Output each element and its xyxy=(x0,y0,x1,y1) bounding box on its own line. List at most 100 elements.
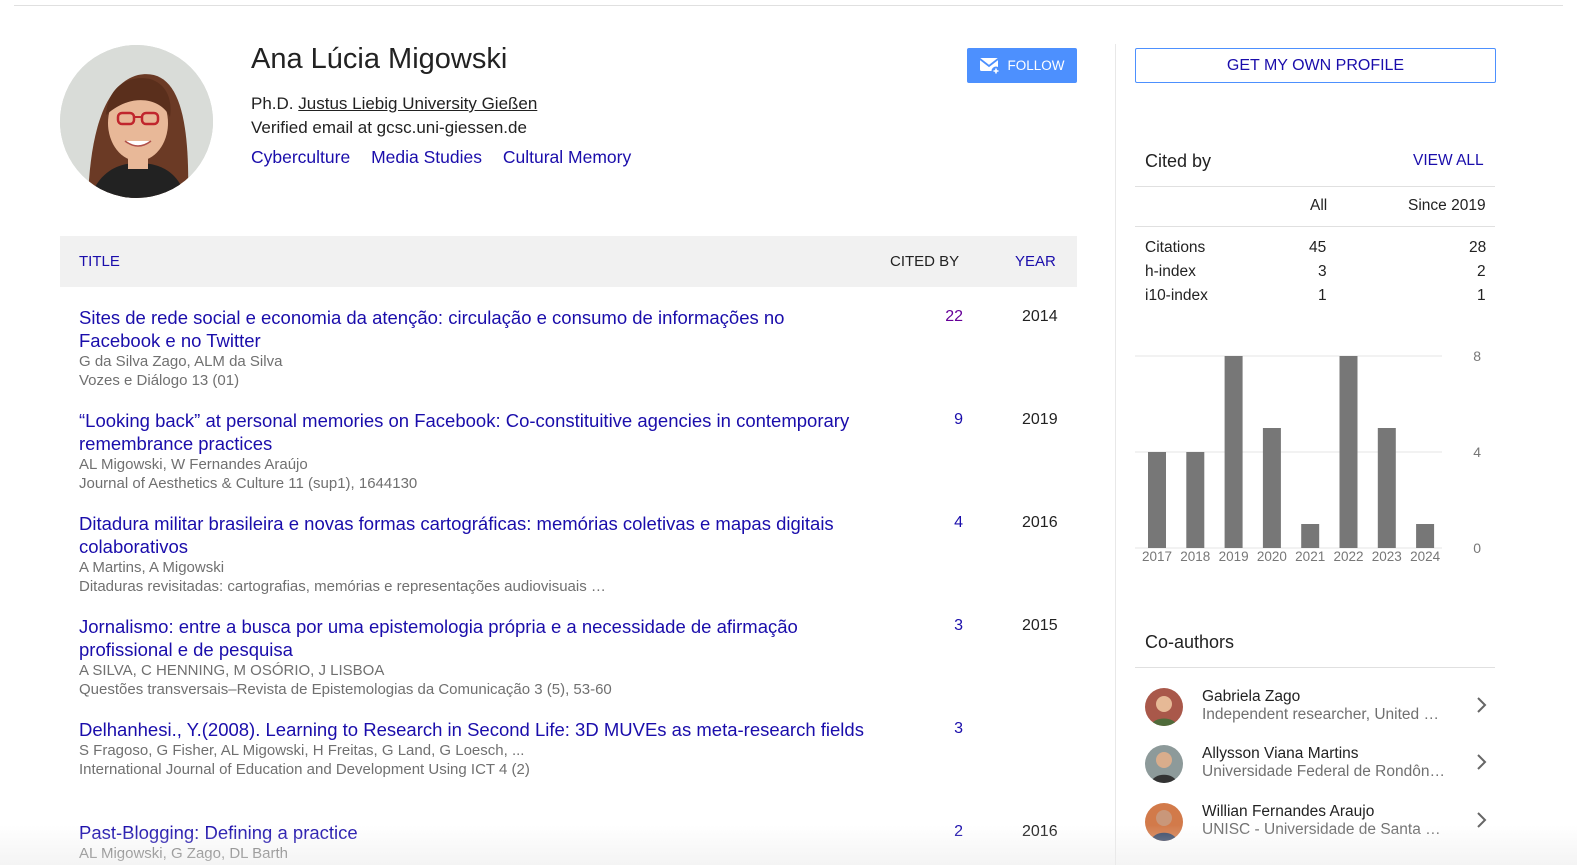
view-all-link[interactable]: VIEW ALL xyxy=(1413,152,1484,170)
coauthor-name: Allysson Viana Martins xyxy=(1202,745,1359,762)
stat-since-value: 1 xyxy=(1477,287,1486,304)
citation-count-link[interactable]: 4 xyxy=(929,514,963,532)
cited-by-title: Cited by xyxy=(1145,151,1212,171)
article-publication: Questões transversais–Revista de Epistem… xyxy=(79,681,612,698)
chart-xtick-label: 2019 xyxy=(1219,549,1249,564)
article-authors: A Martins, A Migowski xyxy=(79,559,225,576)
coauthor-item[interactable]: Gabriela Zago Independent researcher, Un… xyxy=(1145,688,1495,734)
chart-bar xyxy=(1148,452,1166,548)
article-row: Past-Blogging: Defining a practice AL Mi… xyxy=(79,821,1077,863)
chart-bar xyxy=(1262,428,1281,548)
article-publication: Journal of Aesthetics & Culture 11 (sup1… xyxy=(79,475,418,492)
article-title-link[interactable]: Ditadura militar brasileira e novas form… xyxy=(79,512,869,558)
citation-count-link[interactable]: 3 xyxy=(929,720,963,738)
stat-label: Citations xyxy=(1145,239,1206,256)
article-row: Jornalismo: entre a busca por uma episte… xyxy=(79,615,1077,699)
follow-mail-icon xyxy=(979,56,1001,76)
coauthor-avatar xyxy=(1145,745,1183,783)
follow-button[interactable]: FOLLOW xyxy=(967,48,1077,83)
coauthors-title: Co-authors xyxy=(1145,632,1235,652)
chart-ytick-label: 4 xyxy=(1473,444,1481,460)
chevron-right-icon xyxy=(1475,696,1487,719)
chart-xtick-label: 2018 xyxy=(1180,549,1210,564)
col-since-header: Since 2019 xyxy=(1408,197,1486,214)
coauthors-divider xyxy=(1135,667,1495,668)
sort-by-title[interactable]: TITLE xyxy=(79,253,120,270)
cited-by-divider xyxy=(1135,186,1495,187)
chart-bar xyxy=(1301,524,1320,548)
coauthor-avatar xyxy=(1145,688,1183,726)
coauthor-item[interactable]: Willian Fernandes Araujo UNISC - Univers… xyxy=(1145,803,1495,849)
article-authors: AL Migowski, G Zago, DL Barth xyxy=(79,845,288,862)
article-year: 2014 xyxy=(1022,308,1058,325)
coauthor-affiliation: Universidade Federal de Rondôn… xyxy=(1202,763,1445,780)
chart-xtick-label: 2023 xyxy=(1372,549,1402,564)
interest-link-media-studies[interactable]: Media Studies xyxy=(371,147,482,167)
chart-bar xyxy=(1377,428,1396,548)
get-my-own-profile-button[interactable]: GET MY OWN PROFILE xyxy=(1135,48,1496,83)
article-publication: International Journal of Education and D… xyxy=(79,761,530,778)
chart-xtick-label: 2020 xyxy=(1257,549,1287,564)
column-divider xyxy=(1115,44,1116,865)
article-title-link[interactable]: Jornalismo: entre a busca por uma episte… xyxy=(79,615,869,661)
coauthor-affiliation: UNISC - Universidade de Santa … xyxy=(1202,821,1441,838)
chart-ytick-label: 0 xyxy=(1473,540,1481,556)
coauthor-name: Gabriela Zago xyxy=(1202,688,1301,705)
articles-table-header: TITLE CITED BY YEAR xyxy=(60,236,1077,287)
col-all-header: All xyxy=(1310,197,1328,214)
chart-bar xyxy=(1416,524,1435,548)
article-year: 2016 xyxy=(1022,823,1058,840)
profile-name: Ana Lúcia Migowski xyxy=(251,43,508,75)
interest-link-cultural-memory[interactable]: Cultural Memory xyxy=(503,147,631,167)
stats-header-divider xyxy=(1135,226,1495,227)
chart-xtick-label: 2021 xyxy=(1295,549,1325,564)
chevron-right-icon xyxy=(1475,811,1487,834)
chart-ytick-label: 8 xyxy=(1473,348,1481,364)
citation-count-link[interactable]: 3 xyxy=(929,617,963,635)
article-publication: Ditaduras revisitadas: cartografias, mem… xyxy=(79,578,606,595)
article-title-link[interactable]: Delhanhesi., Y.(2008). Learning to Resea… xyxy=(79,718,869,741)
coauthor-name: Willian Fernandes Araujo xyxy=(1202,803,1375,820)
coauthor-item[interactable]: Allysson Viana Martins Universidade Fede… xyxy=(1145,745,1495,791)
article-title-link[interactable]: Sites de rede social e economia da atenç… xyxy=(79,306,869,352)
stat-since-value: 28 xyxy=(1469,239,1487,256)
article-year: 2015 xyxy=(1022,617,1058,634)
citations-bar-chart: 0 4 8 2017 2018 2019 2020 2021 2022 2023 2024 xyxy=(1135,348,1481,564)
profile-affiliation: Ph.D. Justus Liebig University Gießen xyxy=(251,94,537,114)
citation-count-link[interactable]: 9 xyxy=(929,411,963,429)
stat-all-value: 45 xyxy=(1309,239,1327,256)
degree-label: Ph.D. xyxy=(251,94,294,113)
stat-label: h-index xyxy=(1145,263,1196,280)
citation-count-link[interactable]: 2 xyxy=(929,823,963,841)
article-title-link[interactable]: “Looking back” at personal memories on F… xyxy=(79,409,869,455)
interest-link-cyberculture[interactable]: Cyberculture xyxy=(251,147,350,167)
follow-label: FOLLOW xyxy=(1007,58,1065,73)
article-year: 2019 xyxy=(1022,411,1058,428)
article-authors: AL Migowski, W Fernandes Araújo xyxy=(79,456,308,473)
stat-all-value: 1 xyxy=(1318,287,1327,304)
article-publication: Vozes e Diálogo 13 (01) xyxy=(79,372,240,389)
stat-all-value: 3 xyxy=(1318,263,1327,280)
sort-by-year[interactable]: YEAR xyxy=(1015,253,1056,270)
article-row: Ditadura militar brasileira e novas form… xyxy=(79,512,1077,596)
chart-xtick-label: 2024 xyxy=(1410,549,1441,564)
verified-email: Verified email at gcsc.uni-giessen.de xyxy=(251,118,527,137)
article-row: Sites de rede social e economia da atenç… xyxy=(79,306,1077,390)
chart-xtick-label: 2017 xyxy=(1142,549,1172,564)
stat-since-value: 2 xyxy=(1477,263,1486,280)
article-row: “Looking back” at personal memories on F… xyxy=(79,409,1077,493)
chart-bar xyxy=(1339,356,1358,548)
article-title-link[interactable]: Past-Blogging: Defining a practice xyxy=(79,821,869,844)
top-divider xyxy=(14,5,1563,6)
stat-label: i10-index xyxy=(1145,287,1208,304)
coauthor-avatar xyxy=(1145,803,1183,841)
chart-bar xyxy=(1186,452,1205,548)
chevron-right-icon xyxy=(1475,753,1487,776)
cited-by-header: CITED BY xyxy=(890,253,960,270)
coauthor-affiliation: Independent researcher, United … xyxy=(1202,706,1439,723)
research-interests: Cyberculture Media Studies Cultural Memo… xyxy=(251,147,647,168)
university-link[interactable]: Justus Liebig University Gießen xyxy=(298,94,537,113)
chart-xtick-label: 2022 xyxy=(1333,549,1363,564)
article-year: 2016 xyxy=(1022,514,1058,531)
citation-count-link[interactable]: 22 xyxy=(929,308,963,326)
